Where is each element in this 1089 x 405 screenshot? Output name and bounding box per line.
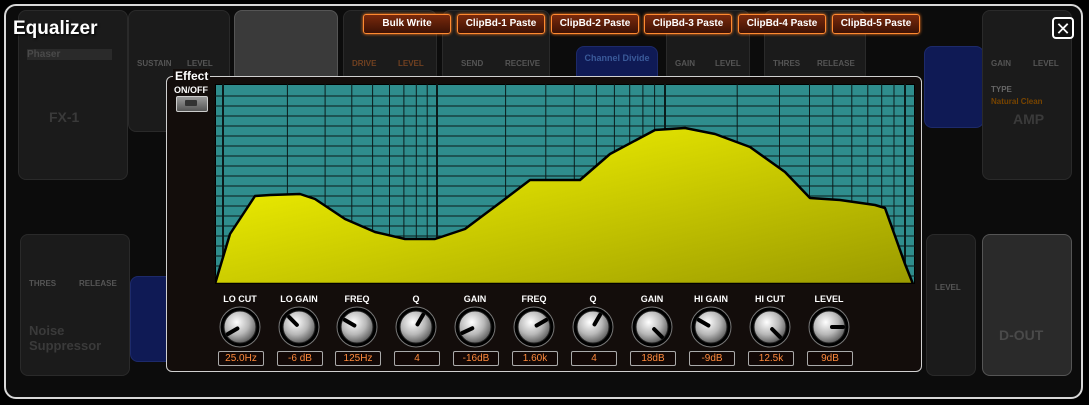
- bg-dout: D-OUT: [982, 234, 1072, 376]
- knob-value: -6 dB: [277, 351, 323, 366]
- bg-fx1-select: Phaser: [27, 49, 112, 60]
- knob-value: -16dB: [453, 351, 499, 366]
- bg-amp-type-value: Natural Clean: [991, 97, 1043, 106]
- bg-knob-label: GAIN: [991, 59, 1011, 68]
- knob-label: FREQ: [521, 294, 547, 304]
- bg-pedal-ns: THRES RELEASE Noise Suppressor: [20, 234, 130, 376]
- bg-knob-label: RELEASE: [79, 279, 117, 288]
- clipboard-3-paste-button[interactable]: ClipBd-3 Paste: [644, 14, 732, 34]
- knob-freq[interactable]: [336, 306, 378, 348]
- bg-knob-label: THRES: [29, 279, 57, 288]
- eq-response-graph: [215, 84, 915, 284]
- knob-value: 4: [394, 351, 440, 366]
- knob-value: -9dB: [689, 351, 735, 366]
- knob-value: 25.0Hz: [218, 351, 264, 366]
- knob-label: LO GAIN: [280, 294, 318, 304]
- knob-value: 4: [571, 351, 617, 366]
- bg-knob-label: LEVEL: [1033, 59, 1059, 68]
- knob-label: GAIN: [463, 294, 487, 304]
- knob-hi-gain[interactable]: [690, 306, 732, 348]
- knob-freq[interactable]: [513, 306, 555, 348]
- clipboard-2-paste-button[interactable]: ClipBd-2 Paste: [551, 14, 639, 34]
- knob-q[interactable]: [572, 306, 614, 348]
- knob-value: 9dB: [807, 351, 853, 366]
- knob-label: Q: [412, 294, 420, 304]
- knob-gain[interactable]: [454, 306, 496, 348]
- bg-amp-type-label: TYPE: [991, 85, 1012, 94]
- bg-amp-name: AMP: [1013, 111, 1045, 127]
- bg-knob-label: SEND: [461, 59, 484, 68]
- bg-knob-label: DRIVE: [352, 59, 377, 68]
- knob-label: LO CUT: [223, 294, 257, 304]
- window-title: Equalizer: [13, 18, 98, 39]
- bg-knob-label: GAIN: [675, 59, 695, 68]
- knob-label: FREQ: [344, 294, 370, 304]
- knob-lo-gain[interactable]: [278, 306, 320, 348]
- bg-dout-label: D-OUT: [999, 327, 1044, 343]
- knob-value: 18dB: [630, 351, 676, 366]
- knob-value: 125Hz: [335, 351, 381, 366]
- bg-knob-label: RECEIVE: [505, 59, 541, 68]
- bg-knob-label: THRES: [773, 59, 801, 68]
- bg-knob-label: LEVEL: [715, 59, 741, 68]
- bg-knob-label: SUSTAIN: [137, 59, 172, 68]
- knob-label: Q: [589, 294, 597, 304]
- bg-ns-name: Noise Suppressor: [29, 323, 102, 353]
- knob-label: HI CUT: [755, 294, 785, 304]
- bg-knob-label: RELEASE: [817, 59, 855, 68]
- bg-block-blue: [924, 46, 984, 128]
- knob-label: LEVEL: [814, 294, 844, 304]
- knob-value: 1.60k: [512, 351, 558, 366]
- effect-section-label: Effect: [173, 69, 211, 83]
- bg-channel-divide-label: Channel Divide: [584, 53, 650, 63]
- onoff-label: ON/OFF: [174, 85, 208, 95]
- close-icon[interactable]: ✕: [1052, 17, 1074, 40]
- knob-gain[interactable]: [631, 306, 673, 348]
- bg-knob-label: LEVEL: [187, 59, 213, 68]
- knob-label: GAIN: [640, 294, 664, 304]
- knob-level[interactable]: [808, 306, 850, 348]
- knob-value: 12.5k: [748, 351, 794, 366]
- clipboard-4-paste-button[interactable]: ClipBd-4 Paste: [738, 14, 826, 34]
- knob-hi-cut[interactable]: [749, 306, 791, 348]
- clipboard-1-paste-button[interactable]: ClipBd-1 Paste: [457, 14, 545, 34]
- bg-knob-label: LEVEL: [935, 283, 961, 292]
- bg-pedal-reverb: LEVEL: [926, 234, 976, 376]
- knob-lo-cut[interactable]: [219, 306, 261, 348]
- bg-block-looper: [234, 10, 338, 82]
- effect-onoff-toggle[interactable]: [176, 96, 208, 112]
- bg-fx1-name: FX-1: [49, 109, 80, 125]
- bg-knob-label: LEVEL: [398, 59, 424, 68]
- bulk-write-button[interactable]: Bulk Write: [363, 14, 451, 34]
- knob-q[interactable]: [395, 306, 437, 348]
- clipboard-5-paste-button[interactable]: ClipBd-5 Paste: [832, 14, 920, 34]
- knob-label: HI GAIN: [693, 294, 728, 304]
